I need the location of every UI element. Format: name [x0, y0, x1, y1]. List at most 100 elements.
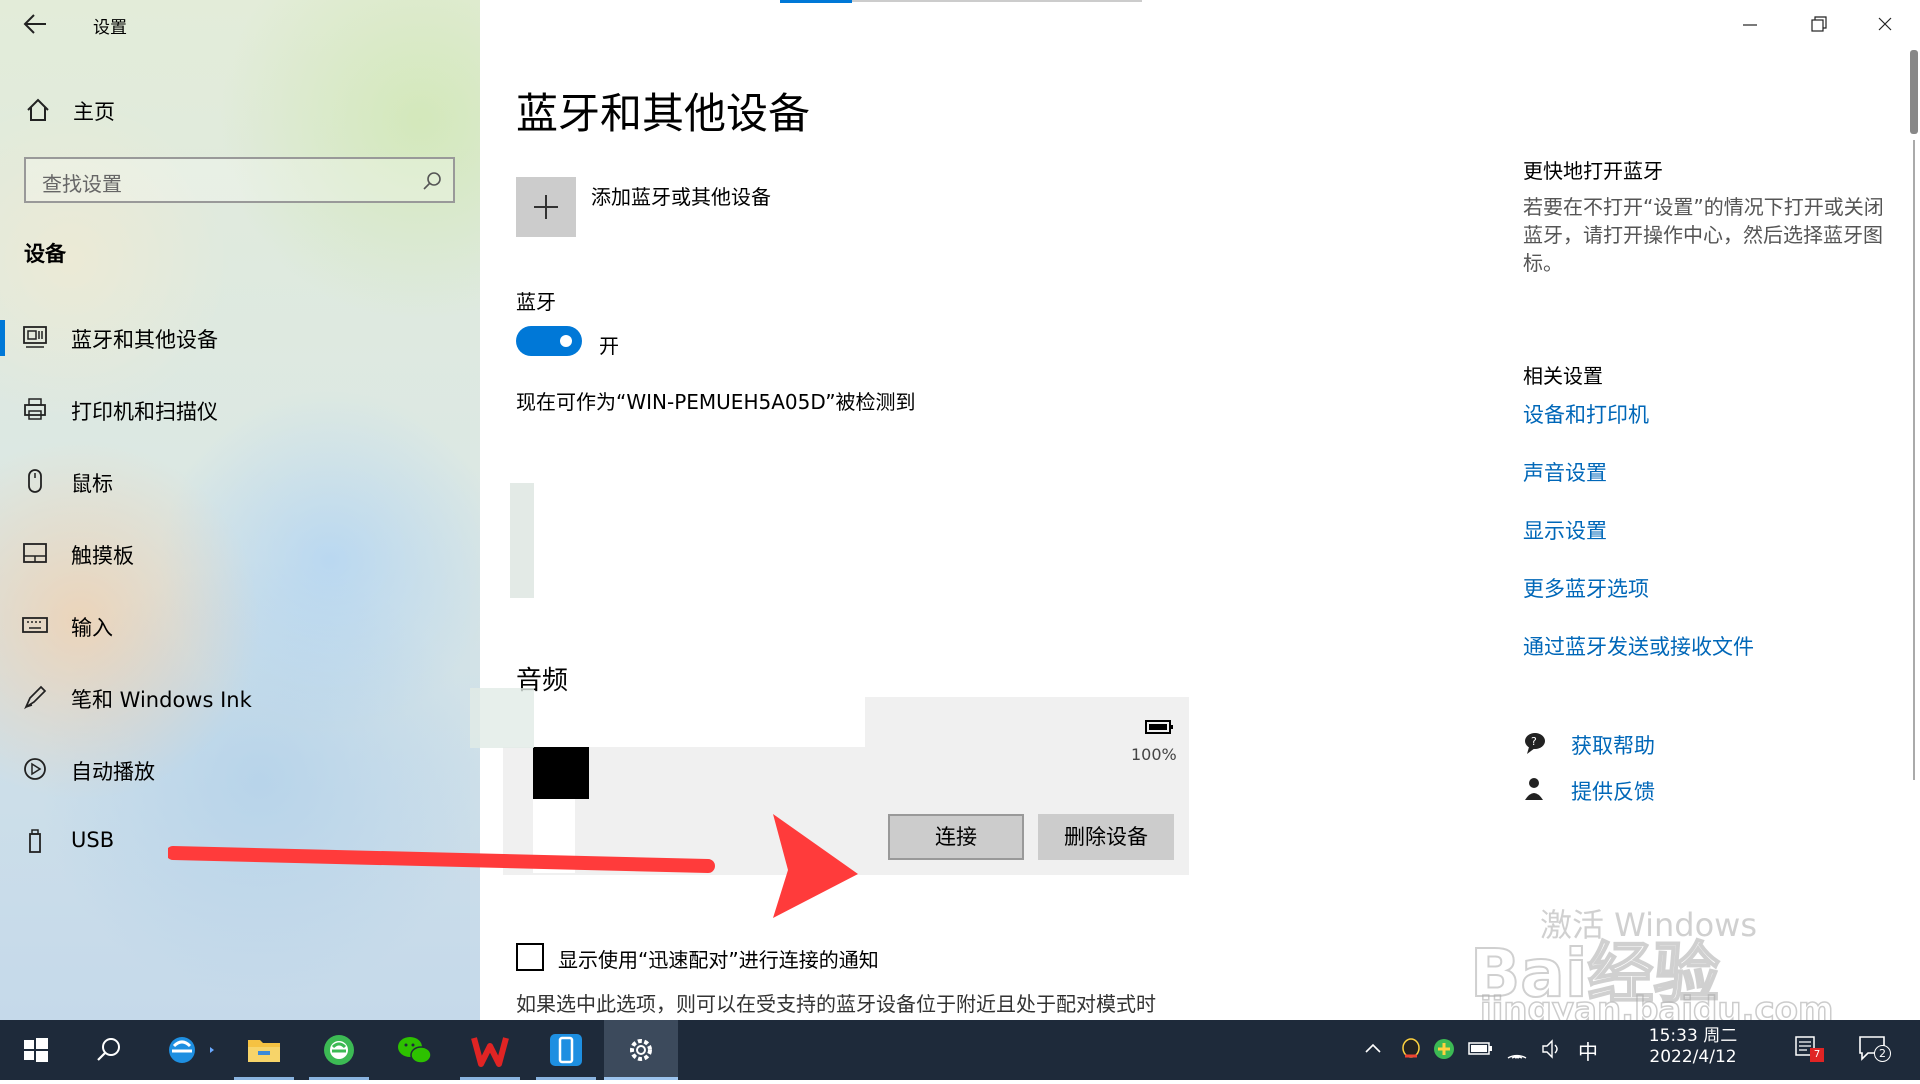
windows-logo-icon — [24, 1038, 48, 1062]
help-icon: ? — [1523, 730, 1551, 760]
bluetooth-toggle[interactable] — [516, 326, 582, 356]
sidebar-item-label: 输入 — [71, 616, 113, 640]
battery-level: 100% — [1131, 745, 1177, 764]
swift-pair-label[interactable]: 显示使用“迅速配对”进行连接的通知 — [558, 944, 879, 973]
show-hidden-icons[interactable] — [1362, 1038, 1384, 1064]
wifi-tray-icon[interactable] — [1505, 1038, 1529, 1064]
link-sound-settings[interactable]: 声音设置 — [1523, 457, 1607, 487]
close-icon — [1878, 17, 1892, 31]
sidebar-item-pen[interactable]: 笔和 Windows Ink — [0, 670, 480, 726]
window-title: 设置 — [93, 18, 127, 38]
scrollbar-thumb[interactable] — [1910, 50, 1918, 134]
autoplay-icon — [22, 756, 48, 782]
link-more-bluetooth-options[interactable]: 更多蓝牙选项 — [1523, 573, 1649, 603]
mouse-icon — [22, 468, 48, 494]
wechat-icon — [398, 1037, 432, 1064]
sidebar-item-label: 触摸板 — [71, 544, 134, 568]
search-input[interactable]: 查找设置 — [24, 157, 455, 203]
svg-text:?: ? — [1531, 735, 1537, 748]
home-label: 主页 — [73, 100, 115, 124]
card-mask — [503, 697, 865, 747]
sidebar-item-bluetooth[interactable]: 蓝牙和其他设备 — [0, 310, 480, 366]
sidebar-item-typing[interactable]: 输入 — [0, 598, 480, 654]
swift-pair-description: 如果选中此选项，则可以在受支持的蓝牙设备位于附近且处于配对模式时 — [516, 992, 1156, 1016]
restore-icon — [1811, 16, 1827, 32]
section-title: 设备 — [24, 242, 66, 266]
device-icon — [533, 747, 589, 799]
back-arrow-icon[interactable] — [20, 10, 52, 38]
taskbar-search-button[interactable] — [72, 1020, 144, 1080]
action-center-badge: 2 — [1874, 1045, 1891, 1062]
red-arrow-annotation — [166, 808, 868, 932]
clock-date: 2022/4/12 — [1649, 1047, 1737, 1067]
link-send-receive-files[interactable]: 通过蓝牙发送或接收文件 — [1523, 631, 1754, 661]
security-tray-icon[interactable] — [1432, 1037, 1456, 1065]
toggle-knob — [560, 335, 572, 347]
printer-icon — [22, 396, 48, 422]
qq-tray-icon[interactable] — [1398, 1036, 1424, 1066]
taskbar-phone-app[interactable] — [530, 1020, 602, 1080]
chevron-up-icon — [1365, 1043, 1381, 1053]
clock-time: 15:33 周二 — [1648, 1026, 1738, 1046]
sidebar-item-label: 蓝牙和其他设备 — [71, 328, 218, 352]
sidebar-item-label: 自动播放 — [71, 760, 155, 784]
bluetooth-state-label: 开 — [599, 334, 619, 358]
scroll-track — [852, 0, 1142, 2]
search-icon[interactable] — [421, 170, 443, 196]
taskbar-clock[interactable]: 15:33 周二 2022/4/12 — [1648, 1026, 1738, 1068]
sidebar-home[interactable]: 主页 — [0, 90, 480, 130]
pen-icon — [22, 684, 48, 710]
sidebar-item-label: 笔和 Windows Ink — [71, 688, 252, 712]
remove-device-button[interactable]: 删除设备 — [1038, 814, 1174, 860]
ime-indicator[interactable]: 中 — [1578, 1036, 1598, 1065]
taskbar-360-browser[interactable] — [303, 1020, 375, 1080]
link-display-settings[interactable]: 显示设置 — [1523, 515, 1607, 545]
give-feedback-link[interactable]: 提供反馈 — [1571, 776, 1655, 806]
sidebar-item-autoplay[interactable]: 自动播放 — [0, 742, 480, 798]
connect-button[interactable]: 连接 — [888, 814, 1024, 860]
add-device-label[interactable]: 添加蓝牙或其他设备 — [591, 181, 771, 210]
swift-pair-checkbox[interactable] — [516, 943, 544, 971]
notes-tray-icon[interactable]: 7 — [1794, 1034, 1824, 1064]
taskbar-settings[interactable] — [604, 1020, 678, 1080]
search-placeholder: 查找设置 — [42, 172, 122, 196]
sidebar-item-touchpad[interactable]: 触摸板 — [0, 526, 480, 582]
battery-tray-icon[interactable] — [1468, 1040, 1494, 1062]
sidebar-item-printers[interactable]: 打印机和扫描仪 — [0, 382, 480, 438]
add-device-button[interactable] — [516, 177, 576, 237]
internet-explorer-icon — [169, 1037, 214, 1063]
sidebar-item-label: 鼠标 — [71, 472, 113, 496]
browser-e-icon — [324, 1035, 354, 1065]
minimize-button[interactable] — [1725, 10, 1775, 40]
bluetooth-devices-icon — [22, 324, 48, 350]
keyboard-icon — [22, 612, 48, 638]
bluetooth-heading: 蓝牙 — [516, 290, 556, 314]
taskbar-ie[interactable] — [146, 1020, 218, 1080]
related-settings-title: 相关设置 — [1523, 364, 1603, 388]
home-icon — [24, 96, 52, 128]
discoverable-text: 现在可作为“WIN-PEMUEH5A05D”被检测到 — [516, 390, 916, 414]
action-center-button[interactable]: 2 — [1858, 1034, 1891, 1066]
selected-indicator — [0, 320, 5, 356]
phone-icon — [550, 1034, 582, 1066]
feedback-icon — [1523, 776, 1551, 806]
taskbar-file-explorer[interactable] — [228, 1020, 300, 1080]
volume-tray-icon[interactable] — [1540, 1037, 1564, 1065]
sidebar-item-label: 打印机和扫描仪 — [71, 400, 218, 424]
taskbar-wechat[interactable] — [379, 1020, 451, 1080]
blurred-region — [470, 688, 534, 748]
taskbar-wps[interactable] — [454, 1020, 526, 1080]
search-icon — [97, 1038, 120, 1061]
minimize-icon — [1743, 24, 1757, 26]
start-button[interactable] — [0, 1020, 72, 1080]
blurred-region — [510, 483, 534, 598]
get-help-link[interactable]: 获取帮助 — [1571, 730, 1655, 760]
touchpad-icon — [22, 540, 48, 566]
restore-button[interactable] — [1793, 10, 1843, 40]
sidebar-item-mouse[interactable]: 鼠标 — [0, 454, 480, 510]
notes-badge: 7 — [1810, 1048, 1824, 1062]
scrollbar-track[interactable] — [1913, 140, 1915, 780]
scroll-indicator — [780, 0, 852, 3]
link-devices-printers[interactable]: 设备和打印机 — [1523, 399, 1649, 429]
close-button[interactable] — [1860, 10, 1910, 40]
